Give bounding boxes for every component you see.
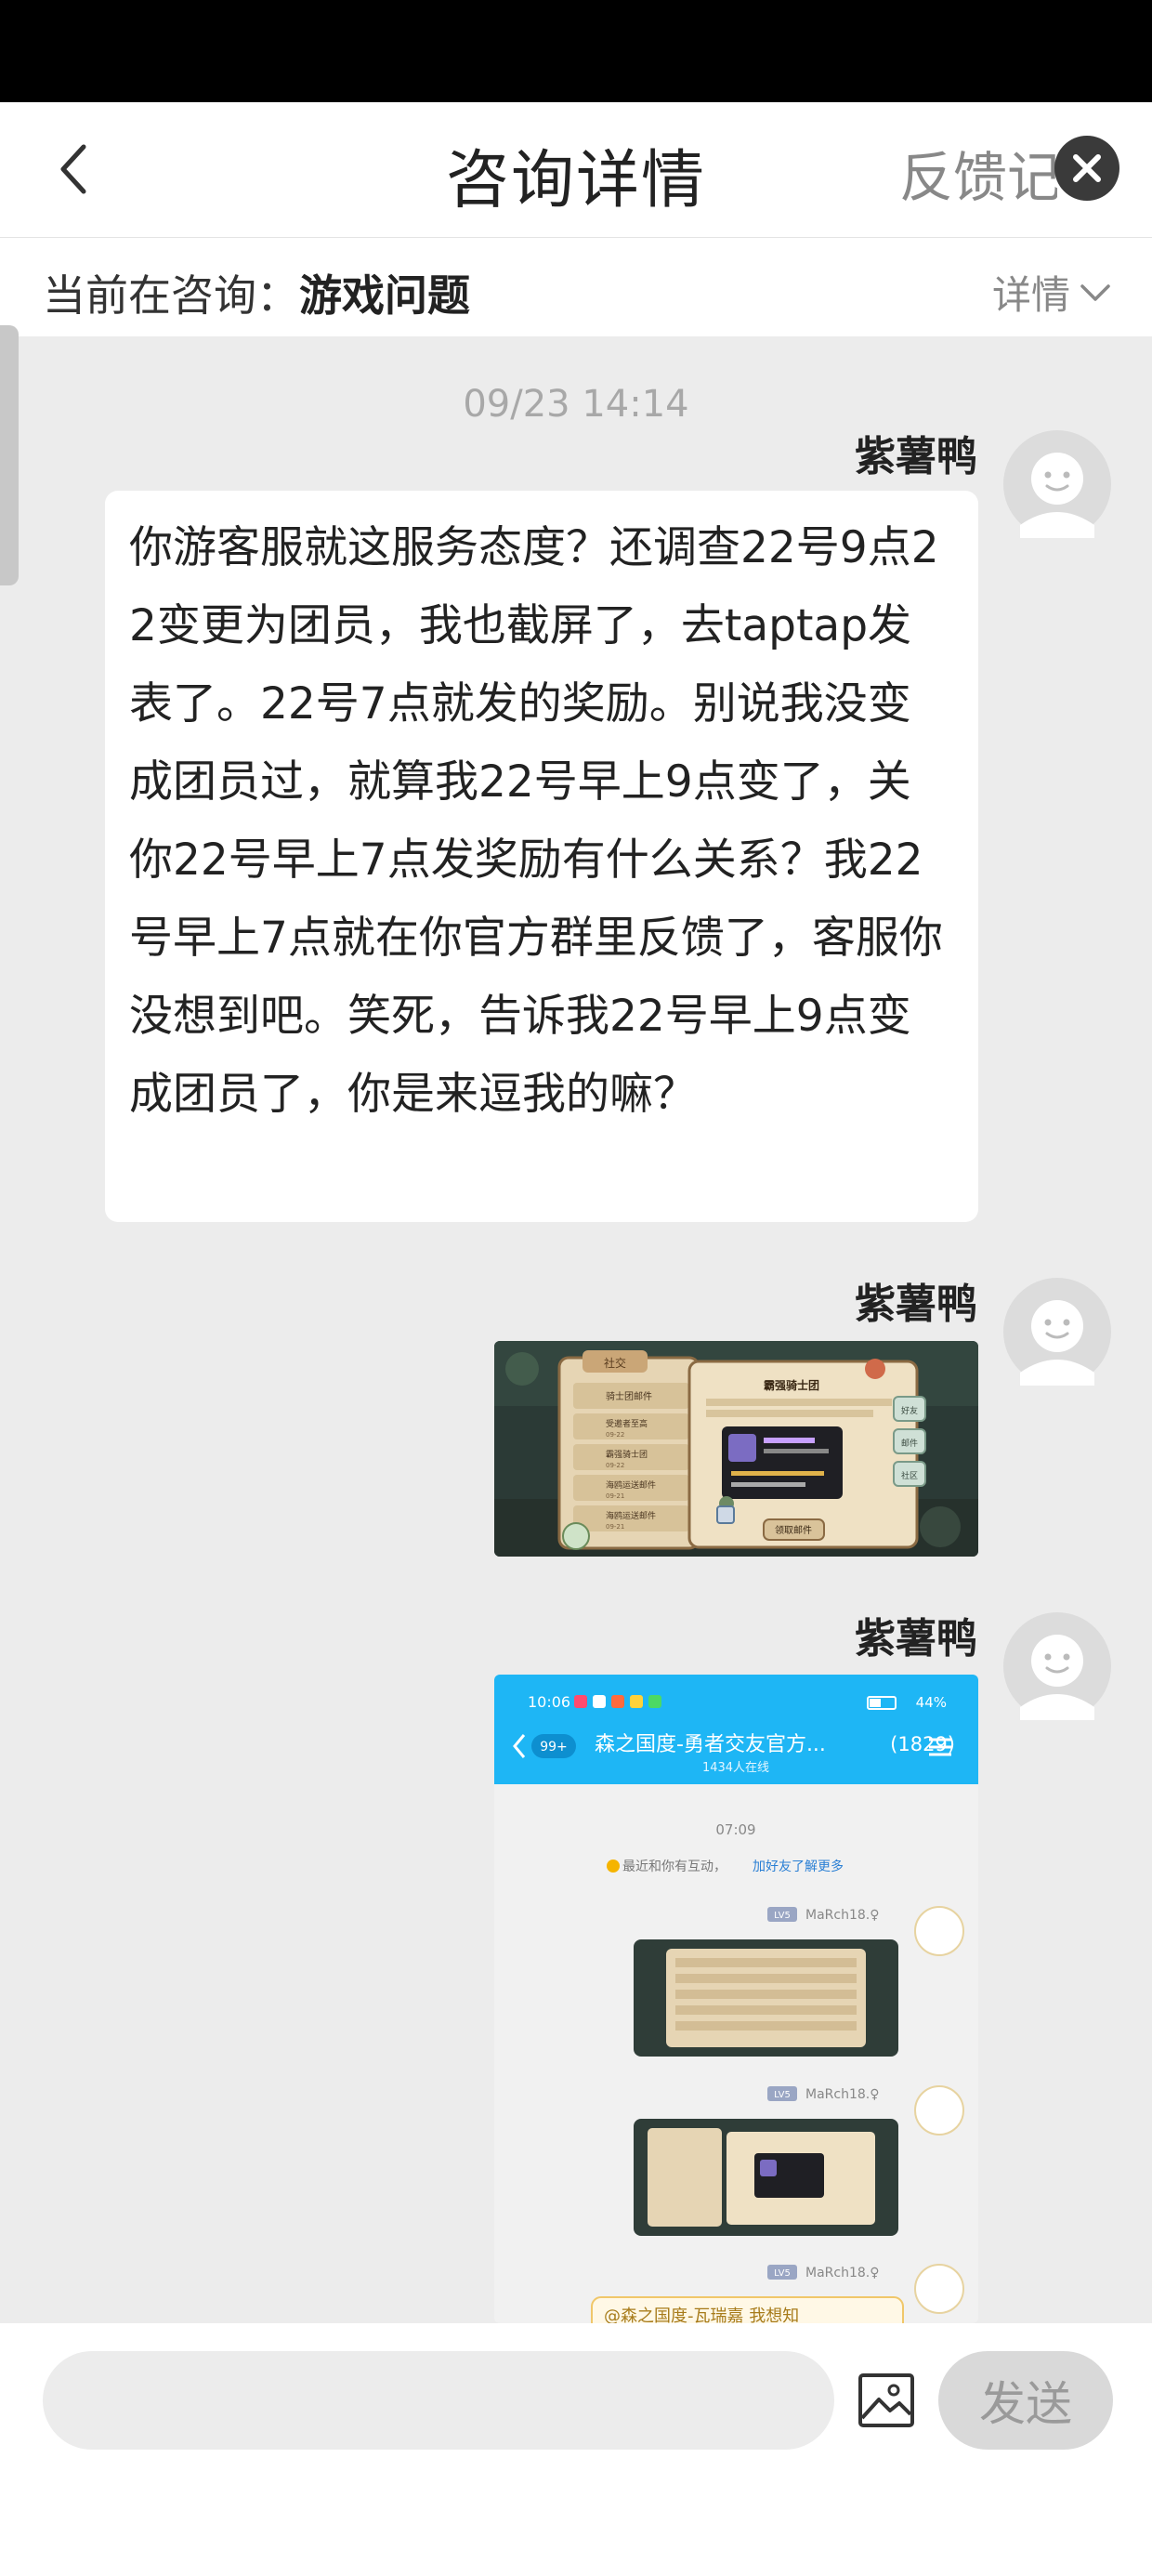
close-icon xyxy=(1073,154,1101,182)
qq-online-count: 1434人在线 xyxy=(702,1761,769,1775)
message-input[interactable] xyxy=(43,2351,834,2450)
list-item-date: 09-21 xyxy=(606,1492,624,1500)
topic-details-label: 详情 xyxy=(991,272,1070,318)
qq-battery: 44% xyxy=(916,1694,947,1711)
list-item: 海鸥运送邮件 xyxy=(606,1479,656,1491)
avatar[interactable] xyxy=(1003,1612,1111,1720)
list-item: 霸强骑士团 xyxy=(606,1449,648,1460)
list-item: 海鸥运送邮件 xyxy=(606,1510,656,1521)
qq-user-name: MaRch18.♀ xyxy=(805,2087,879,2102)
list-item-date: 09-21 xyxy=(606,1523,624,1531)
sender-name: 紫薯鸭 xyxy=(855,1615,977,1663)
dialog-button: 领取邮件 xyxy=(775,1524,812,1536)
avatar[interactable] xyxy=(1003,1278,1111,1386)
qq-reply-preview: @森之国度-瓦瑞嘉 我想知 xyxy=(604,2307,799,2323)
topic-value: 游戏问题 xyxy=(299,270,470,321)
qq-notice-prefix: 最近和你有互动， xyxy=(622,1860,727,1874)
qq-user-name: MaRch18.♀ xyxy=(805,2266,879,2280)
image-button[interactable] xyxy=(857,2372,916,2429)
scroll-indicator[interactable] xyxy=(0,325,19,585)
chevron-down-icon xyxy=(1080,283,1110,301)
topic-label: 当前在咨询：游戏问题 xyxy=(43,262,470,323)
message-image-qq-group[interactable]: 10:06 44% 99+ 森之国度-勇者交友官方... (1829) 1434… xyxy=(494,1675,978,2323)
close-button[interactable] xyxy=(1054,136,1119,201)
avatar-placeholder-icon xyxy=(1020,1635,1094,1720)
qq-group-title: 森之国度-勇者交友官方... xyxy=(595,1733,826,1756)
image-icon xyxy=(858,2373,914,2427)
qq-user-name: MaRch18.♀ xyxy=(805,1908,879,1923)
qq-status-time: 10:06 xyxy=(528,1693,570,1711)
panel-title: 社交 xyxy=(604,1356,626,1370)
nav-bar: 咨询详情 反馈记录 xyxy=(0,102,1152,238)
avatar-placeholder-icon xyxy=(1020,453,1094,538)
side-tab: 好友 xyxy=(901,1405,918,1416)
message-image-game-mail[interactable]: 社交 骑士团邮件 受邀者至高 09-22 霸强骑士团 09-22 海鸥运送邮件 … xyxy=(494,1341,978,1557)
avatar[interactable] xyxy=(1003,430,1111,538)
list-item-date: 09-22 xyxy=(606,1462,624,1469)
list-item-date: 09-22 xyxy=(606,1431,624,1439)
send-button[interactable]: 发送 xyxy=(938,2351,1113,2450)
qq-level-badge: LV5 xyxy=(774,2268,791,2279)
dialog-title: 霸强骑士团 xyxy=(764,1378,819,1392)
qq-unread-badge: 99+ xyxy=(540,1740,568,1755)
status-bar xyxy=(0,0,1152,102)
avatar-placeholder-icon xyxy=(1020,1300,1094,1386)
feedback-record-link[interactable]: 反馈记录 xyxy=(899,134,1057,212)
qq-notice-link: 加好友了解更多 xyxy=(753,1859,844,1874)
side-tab: 邮件 xyxy=(901,1438,918,1449)
chat-timestamp: 09/23 14:14 xyxy=(463,383,689,426)
topic-prefix: 当前在咨询： xyxy=(43,270,299,321)
sender-name: 紫薯鸭 xyxy=(855,1281,977,1328)
consult-topic-bar: 当前在咨询：游戏问题 详情 xyxy=(0,238,1152,336)
composer-bar: 发送 xyxy=(0,2323,1152,2576)
qq-time-divider: 07:09 xyxy=(715,1821,755,1838)
qq-level-badge: LV5 xyxy=(774,2090,791,2100)
side-tab: 社区 xyxy=(901,1470,918,1481)
qq-group-count: (1829) xyxy=(890,1733,955,1755)
message-bubble-text[interactable]: 你游客服就这服务态度？还调查22号9点22变更为团员，我也截屏了，去taptap… xyxy=(105,491,978,1222)
list-item: 骑士团邮件 xyxy=(606,1390,652,1402)
qq-level-badge: LV5 xyxy=(774,1911,791,1921)
topic-details-button[interactable]: 详情 xyxy=(992,264,1111,321)
sender-name: 紫薯鸭 xyxy=(855,433,977,480)
list-item: 受邀者至高 xyxy=(606,1418,648,1429)
